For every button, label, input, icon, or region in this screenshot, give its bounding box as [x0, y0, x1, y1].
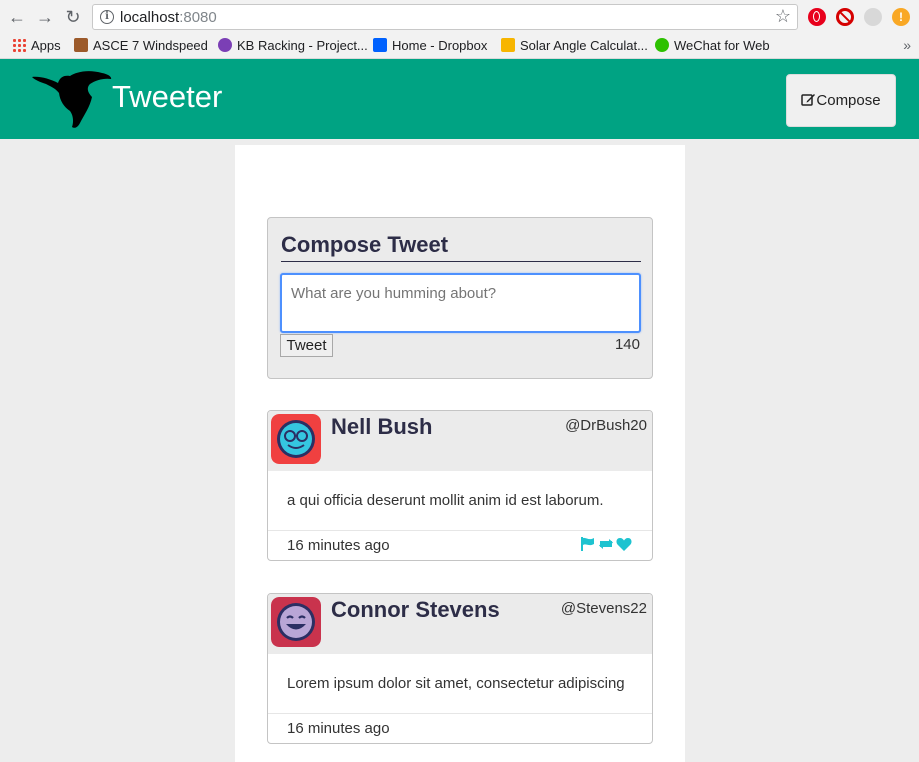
tweet-timestamp: 16 minutes ago: [287, 537, 390, 554]
compose-tweet-section: Compose Tweet Tweet 140: [267, 217, 653, 379]
bookmark-kb-racking[interactable]: KB Racking - Project...: [218, 37, 368, 55]
bookmark-solar-angle[interactable]: Solar Angle Calculat...: [501, 37, 648, 55]
bookmark-wechat[interactable]: WeChat for Web: [655, 37, 770, 55]
address-bar[interactable]: i localhost:8080 ☆: [92, 4, 798, 30]
bookmark-label: Apps: [31, 38, 61, 53]
url-port: :8080: [179, 9, 217, 26]
tweet-author-name: Connor Stevens: [331, 597, 500, 622]
url-host: localhost: [120, 9, 180, 26]
opera-extension-icon[interactable]: [808, 8, 826, 26]
warning-extension-icon[interactable]: !: [892, 8, 910, 26]
tweet-footer: 16 minutes ago: [268, 713, 652, 743]
main-container: Compose Tweet Tweet 140 Nell Bush @DrBus…: [235, 145, 685, 762]
gray-extension-icon[interactable]: [864, 8, 882, 26]
tweet-author-handle: @Stevens22: [560, 600, 647, 617]
bookmarks-overflow-icon[interactable]: »: [903, 37, 911, 53]
bookmark-label: KB Racking - Project...: [237, 38, 368, 53]
tweet-text: a qui officia deserunt mollit anim id es…: [287, 492, 604, 509]
bookmarks-bar: Apps ASCE 7 Windspeed KB Racking - Proje…: [0, 34, 919, 59]
back-arrow-icon[interactable]: ←: [6, 6, 28, 28]
tweet-timestamp: 16 minutes ago: [287, 720, 390, 737]
bookmark-label: WeChat for Web: [674, 38, 770, 53]
bookmark-label: ASCE 7 Windspeed: [93, 38, 208, 53]
apps-grid-icon: [12, 38, 26, 52]
bookmark-apps[interactable]: Apps: [12, 37, 61, 55]
address-url: localhost:8080: [120, 9, 217, 26]
tweet-text: Lorem ipsum dolor sit amet, consectetur …: [287, 675, 625, 692]
bookmark-label: Home - Dropbox: [392, 38, 488, 53]
hummingbird-logo-icon: [32, 71, 112, 128]
compose-heading: Compose Tweet: [281, 232, 641, 262]
bookmark-dropbox[interactable]: Home - Dropbox: [373, 37, 487, 55]
flag-icon[interactable]: [580, 537, 596, 556]
tweet-card: Nell Bush @DrBush20 a qui officia deseru…: [267, 410, 653, 561]
bookmark-label: Solar Angle Calculat...: [520, 38, 648, 53]
tweet-author-handle: @DrBush20: [565, 417, 647, 434]
bookmark-asce[interactable]: ASCE 7 Windspeed: [74, 37, 208, 55]
tweet-author-name: Nell Bush: [331, 414, 433, 439]
browser-toolbar: ← → ↻ i localhost:8080 ☆ !: [0, 0, 919, 34]
tweet-card: Connor Stevens @Stevens22 Lorem ipsum do…: [267, 593, 653, 744]
wechat-icon: [655, 38, 669, 52]
tweet-actions: [578, 537, 632, 553]
tweet-header: Nell Bush @DrBush20: [268, 411, 652, 471]
tweet-footer: 16 minutes ago: [268, 530, 652, 560]
avatar-icon: [271, 597, 321, 647]
star-bookmark-icon[interactable]: ☆: [775, 6, 791, 27]
avatar-icon: [271, 414, 321, 464]
app-title[interactable]: Tweeter: [112, 79, 222, 115]
dropbox-icon: [373, 38, 387, 52]
asce-icon: [74, 38, 88, 52]
edit-icon: [801, 94, 816, 106]
tweet-textarea[interactable]: [280, 273, 641, 333]
adblock-extension-icon[interactable]: [836, 8, 854, 26]
reload-icon[interactable]: ↻: [62, 6, 84, 28]
kb-racking-icon: [218, 38, 232, 52]
retweet-icon[interactable]: [598, 537, 614, 556]
heart-icon[interactable]: [616, 537, 632, 556]
character-counter: 140: [614, 336, 640, 353]
solar-angle-icon: [501, 38, 515, 52]
info-icon[interactable]: i: [100, 10, 114, 24]
app-navbar: Tweeter Compose: [0, 59, 919, 139]
tweet-header: Connor Stevens @Stevens22: [268, 594, 652, 654]
compose-nav-label: Compose: [816, 92, 881, 109]
tweet-submit-button[interactable]: Tweet: [280, 334, 333, 357]
compose-nav-button[interactable]: Compose: [786, 74, 896, 127]
forward-arrow-icon[interactable]: →: [34, 6, 56, 28]
